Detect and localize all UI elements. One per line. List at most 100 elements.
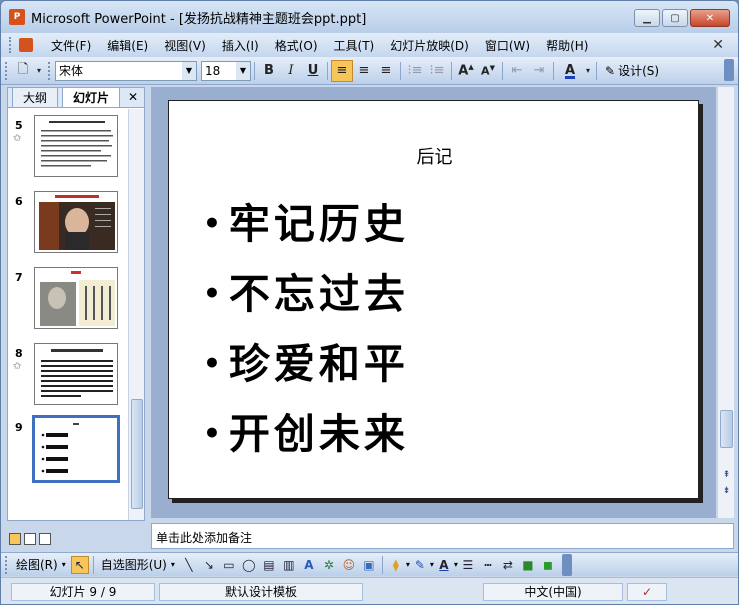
3d-style-button[interactable]: ◼ <box>539 556 557 574</box>
bullets-button[interactable]: ⁝≡ <box>426 60 448 82</box>
slide-thumbnail[interactable] <box>34 191 118 253</box>
underline-button[interactable]: U <box>302 60 324 82</box>
chevron-down-icon[interactable]: ▾ <box>406 560 410 569</box>
font-color-dropdown[interactable]: ▾ <box>583 60 593 82</box>
toolbar-options-button[interactable]: ▾ <box>34 60 44 82</box>
toolbar-grip-icon[interactable] <box>48 61 51 80</box>
slide-thumbnail-selected[interactable] <box>32 415 120 483</box>
line-style-button[interactable]: ☰ <box>459 556 477 574</box>
select-objects-button[interactable]: ↖ <box>70 555 89 574</box>
font-color-button[interactable]: A <box>557 60 583 82</box>
menu-slideshow[interactable]: 幻灯片放映(D) <box>382 37 477 54</box>
design-button[interactable]: ✎ 设计(S) <box>600 62 664 79</box>
align-left-button[interactable]: ≡ <box>331 59 353 82</box>
slideshow-view-button[interactable] <box>39 533 51 545</box>
autoshapes-button[interactable]: 自选图形(U) <box>97 556 171 573</box>
menu-format[interactable]: 格式(O) <box>267 37 326 54</box>
spelling-status[interactable]: ✓ <box>627 582 667 601</box>
menu-grip-icon[interactable] <box>9 37 13 53</box>
pane-close-icon[interactable]: ✕ <box>128 90 138 104</box>
scrollbar-thumb[interactable] <box>131 399 143 509</box>
thumbnail-row[interactable]: 9 <box>8 415 128 483</box>
scrollbar-thumb[interactable] <box>720 410 733 448</box>
menu-help[interactable]: 帮助(H) <box>538 37 596 54</box>
thumbnail-row[interactable]: 5 ✩ <box>8 113 128 179</box>
dash-style-button[interactable]: ┅ <box>479 556 497 574</box>
draw-menu-button[interactable]: 绘图(R) <box>12 556 62 573</box>
arrow-button[interactable]: ↘ <box>200 556 218 574</box>
chevron-down-icon[interactable]: ▼ <box>236 61 250 80</box>
rectangle-button[interactable]: ▭ <box>220 556 238 574</box>
diagram-button[interactable]: ✲ <box>320 556 338 574</box>
previous-slide-icon[interactable]: ⇞ <box>720 469 733 481</box>
bold-button[interactable]: B <box>258 60 280 82</box>
draw-font-color-button[interactable]: A <box>435 556 453 574</box>
new-document-button[interactable]: 🗋 <box>12 60 34 82</box>
menu-edit[interactable]: 编辑(E) <box>99 37 156 54</box>
increase-indent-button[interactable]: ⇥ <box>528 60 550 82</box>
design-template-status[interactable]: 默认设计模板 <box>159 582 363 601</box>
slide-scrollbar[interactable]: ⇞ ⇟ <box>717 87 734 518</box>
menu-insert[interactable]: 插入(I) <box>214 37 267 54</box>
slide-sorter-view-button[interactable] <box>24 533 36 545</box>
toolbar-overflow-button[interactable] <box>561 553 572 576</box>
clipart-button[interactable]: ☺ <box>340 556 358 574</box>
slide-thumbnail[interactable] <box>34 343 118 405</box>
italic-button[interactable]: I <box>280 60 302 82</box>
bullet-item[interactable]: •牢记历史 <box>203 189 409 259</box>
tab-outline[interactable]: 大纲 <box>12 87 59 107</box>
line-color-button[interactable]: ✎ <box>411 556 429 574</box>
fill-color-button[interactable]: ⧫ <box>387 556 405 574</box>
oval-button[interactable]: ◯ <box>240 556 258 574</box>
chevron-down-icon[interactable]: ▼ <box>182 61 196 80</box>
bullet-item[interactable]: •珍爱和平 <box>203 329 409 399</box>
powerpoint-app-icon[interactable]: P <box>9 9 25 25</box>
bullet-item[interactable]: •开创未来 <box>203 399 409 469</box>
vertical-textbox-button[interactable]: ▥ <box>280 556 298 574</box>
chevron-down-icon[interactable]: ▾ <box>430 560 434 569</box>
line-button[interactable]: ╲ <box>180 556 198 574</box>
decrease-indent-button[interactable]: ⇤ <box>506 60 528 82</box>
thumbnail-row[interactable]: 8 ✩ <box>8 341 128 407</box>
decrease-font-button[interactable]: A▼ <box>477 60 499 82</box>
align-right-button[interactable]: ≡ <box>375 60 397 82</box>
bullet-item[interactable]: •不忘过去 <box>203 259 409 329</box>
notes-pane[interactable]: 单击此处添加备注 <box>151 523 734 549</box>
font-size-select[interactable]: 18 ▼ <box>201 60 251 81</box>
document-close-icon[interactable]: ✕ <box>712 37 724 53</box>
slide-title[interactable]: 后记 <box>169 143 700 169</box>
current-slide[interactable]: 后记 •牢记历史 •不忘过去 •珍爱和平 •开创未来 <box>168 100 699 499</box>
menu-view[interactable]: 视图(V) <box>156 37 214 54</box>
language-status[interactable]: 中文(中国) <box>483 582 623 601</box>
maximize-button[interactable]: ▢ <box>662 9 688 27</box>
title-bar[interactable]: P Microsoft PowerPoint - [发扬抗战精神主题班会ppt.… <box>1 1 738 33</box>
shadow-style-button[interactable]: ■ <box>519 556 537 574</box>
wordart-button[interactable]: A <box>300 556 318 574</box>
thumbnail-row[interactable]: 6 <box>8 189 128 255</box>
minimize-button[interactable]: ▁ <box>634 9 660 27</box>
slide-thumbnail[interactable] <box>34 267 118 329</box>
chevron-down-icon[interactable]: ▾ <box>454 560 458 569</box>
next-slide-icon[interactable]: ⇟ <box>720 485 733 497</box>
chevron-down-icon[interactable]: ▾ <box>62 560 66 569</box>
tab-slides[interactable]: 幻灯片 <box>62 87 121 107</box>
insert-picture-button[interactable]: ▣ <box>360 556 378 574</box>
arrow-style-button[interactable]: ⇄ <box>499 556 517 574</box>
increase-font-button[interactable]: A▲ <box>455 60 477 82</box>
textbox-button[interactable]: ▤ <box>260 556 278 574</box>
numbering-button[interactable]: ⁝≡ <box>404 60 426 82</box>
menu-file[interactable]: 文件(F) <box>43 37 99 54</box>
slide-bullet-list[interactable]: •牢记历史 •不忘过去 •珍爱和平 •开创未来 <box>203 189 409 469</box>
toolbar-grip-icon[interactable] <box>5 555 8 574</box>
menu-tools[interactable]: 工具(T) <box>326 37 383 54</box>
close-button[interactable]: ✕ <box>690 9 730 27</box>
chevron-down-icon[interactable]: ▾ <box>171 560 175 569</box>
thumbnail-row[interactable]: 7 <box>8 265 128 331</box>
slide-thumbnail[interactable] <box>34 115 118 177</box>
normal-view-button[interactable] <box>9 533 21 545</box>
toolbar-overflow-button[interactable] <box>724 59 734 81</box>
font-name-select[interactable]: 宋体 ▼ <box>55 60 197 81</box>
align-center-button[interactable]: ≡ <box>353 60 375 82</box>
toolbar-grip-icon[interactable] <box>5 61 8 80</box>
document-icon[interactable] <box>19 38 33 52</box>
